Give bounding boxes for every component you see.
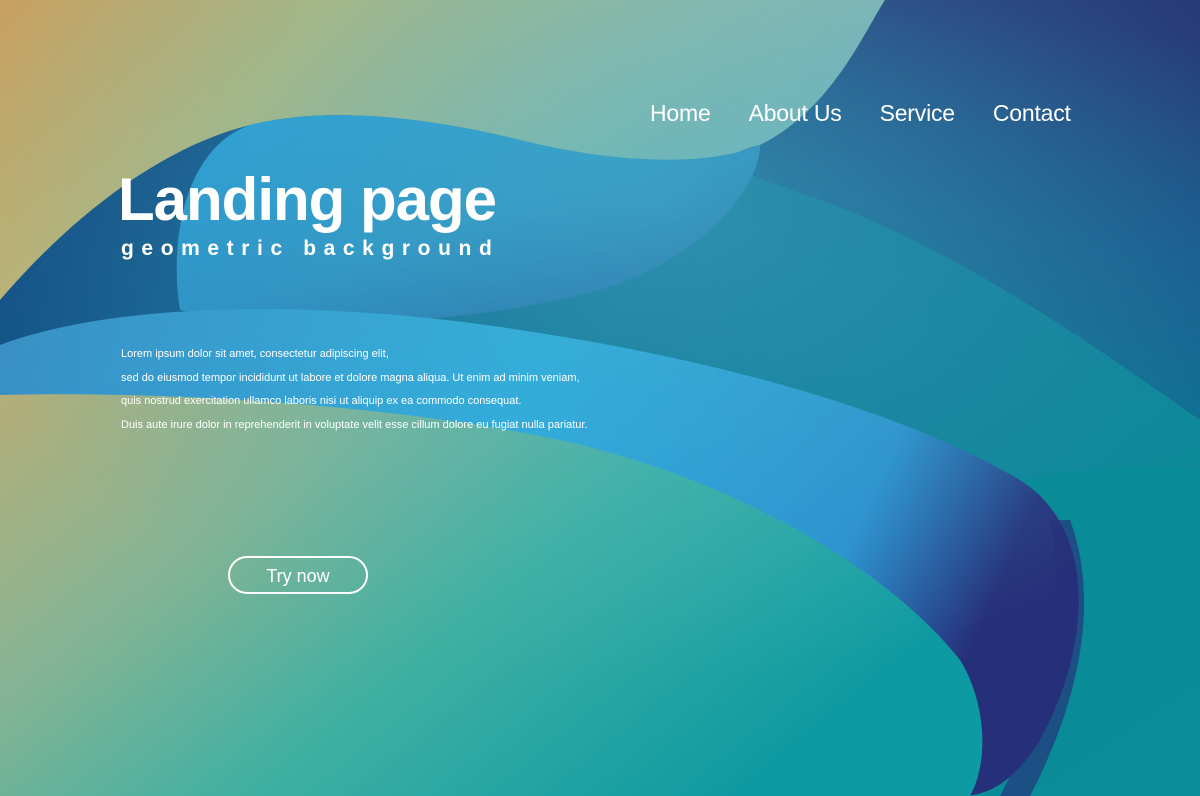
intro-line: Duis aute irure dolor in reprehenderit i… (121, 418, 588, 431)
page-title: Landing page (118, 166, 497, 233)
try-now-button[interactable]: Try now (228, 556, 368, 594)
page-subtitle: geometric background (121, 237, 500, 260)
intro-paragraph: Lorem ipsum dolor sit amet, consectetur … (121, 343, 641, 437)
landing-page: Home About Us Service Contact Landing pa… (0, 0, 1200, 796)
nav-link-service[interactable]: Service (880, 96, 955, 130)
top-navigation: Home About Us Service Contact (650, 96, 1100, 130)
nav-link-about-us[interactable]: About Us (749, 96, 842, 130)
intro-line: quis nostrud exercitation ullamco labori… (121, 395, 522, 407)
intro-line: Lorem ipsum dolor sit amet, consectetur … (121, 348, 389, 360)
intro-line: sed do eiusmod tempor incididunt ut labo… (121, 371, 580, 384)
nav-link-contact[interactable]: Contact (993, 96, 1071, 130)
nav-link-home[interactable]: Home (650, 96, 711, 130)
